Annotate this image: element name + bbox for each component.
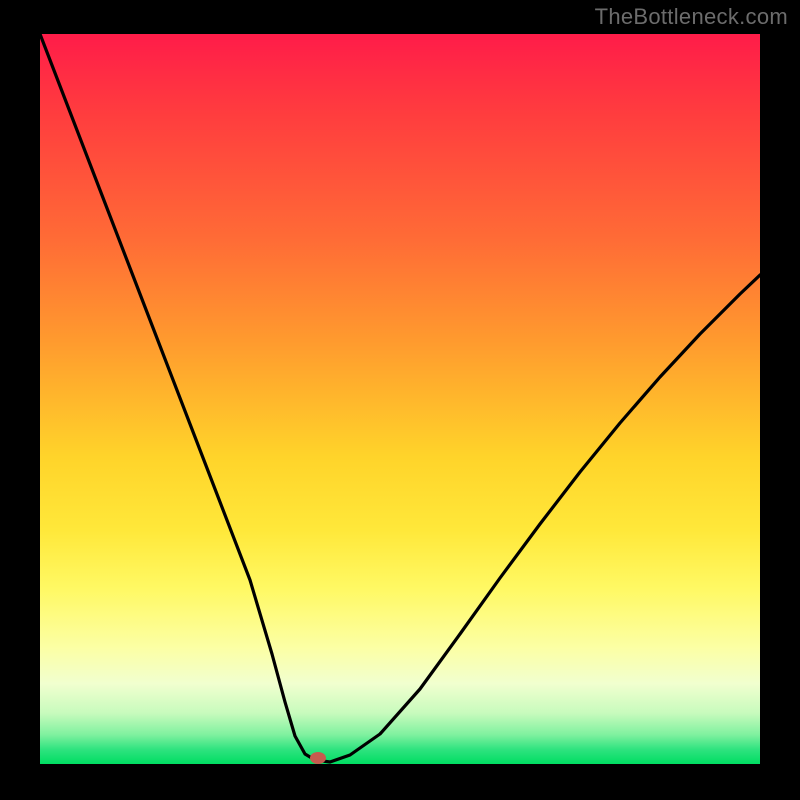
watermark-text: TheBottleneck.com <box>595 4 788 30</box>
chart-frame: TheBottleneck.com <box>0 0 800 800</box>
plot-area <box>40 34 760 764</box>
minimum-marker <box>310 752 326 764</box>
bottleneck-curve <box>40 34 760 764</box>
